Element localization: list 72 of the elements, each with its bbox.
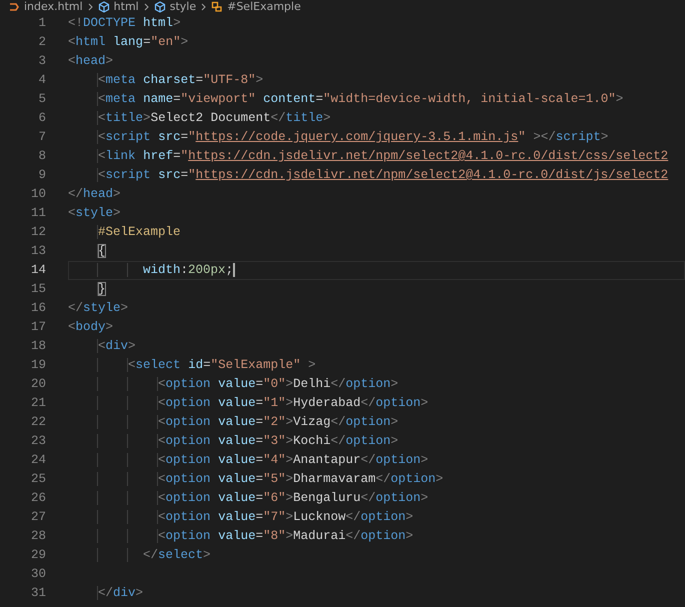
code-line: { <box>68 242 685 261</box>
line-number: 19 <box>30 357 46 374</box>
code-line: </head> <box>68 186 122 203</box>
line-number: 25 <box>30 471 46 488</box>
code-line: #SelExample <box>68 223 685 242</box>
line-number: 22 <box>30 414 46 431</box>
line-number: 7 <box>37 129 46 146</box>
html-file-icon <box>8 1 20 13</box>
code-line: <option value="4">Anantapur</option> <box>68 451 685 470</box>
code-line: </style> <box>68 300 130 317</box>
line-number: 26 <box>30 490 46 507</box>
breadcrumb-item[interactable]: index.html <box>24 0 83 14</box>
line-number: 16 <box>30 300 46 317</box>
chevron-icon <box>201 2 206 11</box>
line-number: 11 <box>30 205 46 222</box>
code-line: <option value="0">Delhi</option> <box>68 375 685 394</box>
code-line: </div> <box>68 584 685 603</box>
line-number: 15 <box>30 281 46 298</box>
line-number: 13 <box>30 243 46 260</box>
line-number: 8 <box>37 148 46 165</box>
code-line: <title>Select2 Document</title> <box>68 109 685 128</box>
code-line: <script src="https://code.jquery.com/jquery-3.5.1.min.js" ></script> <box>68 128 685 147</box>
code-line: <div> <box>68 337 685 356</box>
line-number: 9 <box>37 167 46 184</box>
code-line: } <box>68 280 685 299</box>
line-number: 17 <box>30 319 46 336</box>
code-line: <meta charset="UTF-8"> <box>68 71 685 90</box>
code-line: <style> <box>68 205 122 222</box>
chevron-icon <box>144 2 149 11</box>
line-number: 4 <box>37 72 46 89</box>
code-line: </select> <box>68 546 685 565</box>
line-number: 6 <box>37 110 46 127</box>
code-line: <body> <box>68 319 114 336</box>
code-line: <option value="8">Madurai</option> <box>68 527 685 546</box>
line-number: 27 <box>30 509 46 526</box>
code-line: <option value="5">Dharmavaram</option> <box>68 470 685 489</box>
cube-icon <box>98 1 110 13</box>
line-number: 21 <box>30 395 46 412</box>
selector-icon <box>211 1 224 13</box>
code-line: <option value="7">Lucknow</option> <box>68 508 685 527</box>
chevron-icon <box>88 2 93 11</box>
code-line: <script src="https://cdn.jsdelivr.net/npm/select2@4.1.0-rc.0/dist/js/select2 <box>68 166 685 185</box>
code-line: <option value="3">Kochi</option> <box>68 432 685 451</box>
line-number: 23 <box>30 433 46 450</box>
breadcrumb-item[interactable]: style <box>170 0 196 14</box>
code-line: <head> <box>68 53 114 70</box>
code-line: <option value="1">Hyderabad</option> <box>68 394 685 413</box>
line-number: 12 <box>30 224 46 241</box>
code-line: <!DOCTYPE html> <box>68 15 182 32</box>
code-line: <meta name="viewport" content="width=device-width, initial-scale=1.0"> <box>68 90 685 109</box>
code-line: <link href="https://cdn.jsdelivr.net/npm/select2@4.1.0-rc.0/dist/css/select2 <box>68 147 685 166</box>
line-number: 30 <box>30 566 46 583</box>
line-number: 5 <box>37 91 46 108</box>
line-number: 14 <box>30 262 46 279</box>
line-number: 28 <box>30 528 46 545</box>
line-number: 10 <box>30 186 46 203</box>
line-number: 1 <box>37 15 46 32</box>
code-line: width:200px; <box>68 261 685 280</box>
breadcrumb-item[interactable]: html <box>114 0 139 14</box>
cube-icon <box>154 1 166 13</box>
code-line: <html lang="en"> <box>68 34 190 51</box>
code-line: <option value="2">Vizag</option> <box>68 413 685 432</box>
code-line: <option value="6">Bengaluru</option> <box>68 489 685 508</box>
line-number: 24 <box>30 452 46 469</box>
code-line: <select id="SelExample" > <box>68 356 685 375</box>
breadcrumb-item[interactable]: #SelExample <box>227 0 301 14</box>
line-number: 3 <box>37 53 46 70</box>
line-number: 29 <box>30 547 46 564</box>
line-number: 20 <box>30 376 46 393</box>
line-number: 18 <box>30 338 46 355</box>
line-number: 31 <box>30 585 46 602</box>
line-number: 2 <box>37 34 46 51</box>
